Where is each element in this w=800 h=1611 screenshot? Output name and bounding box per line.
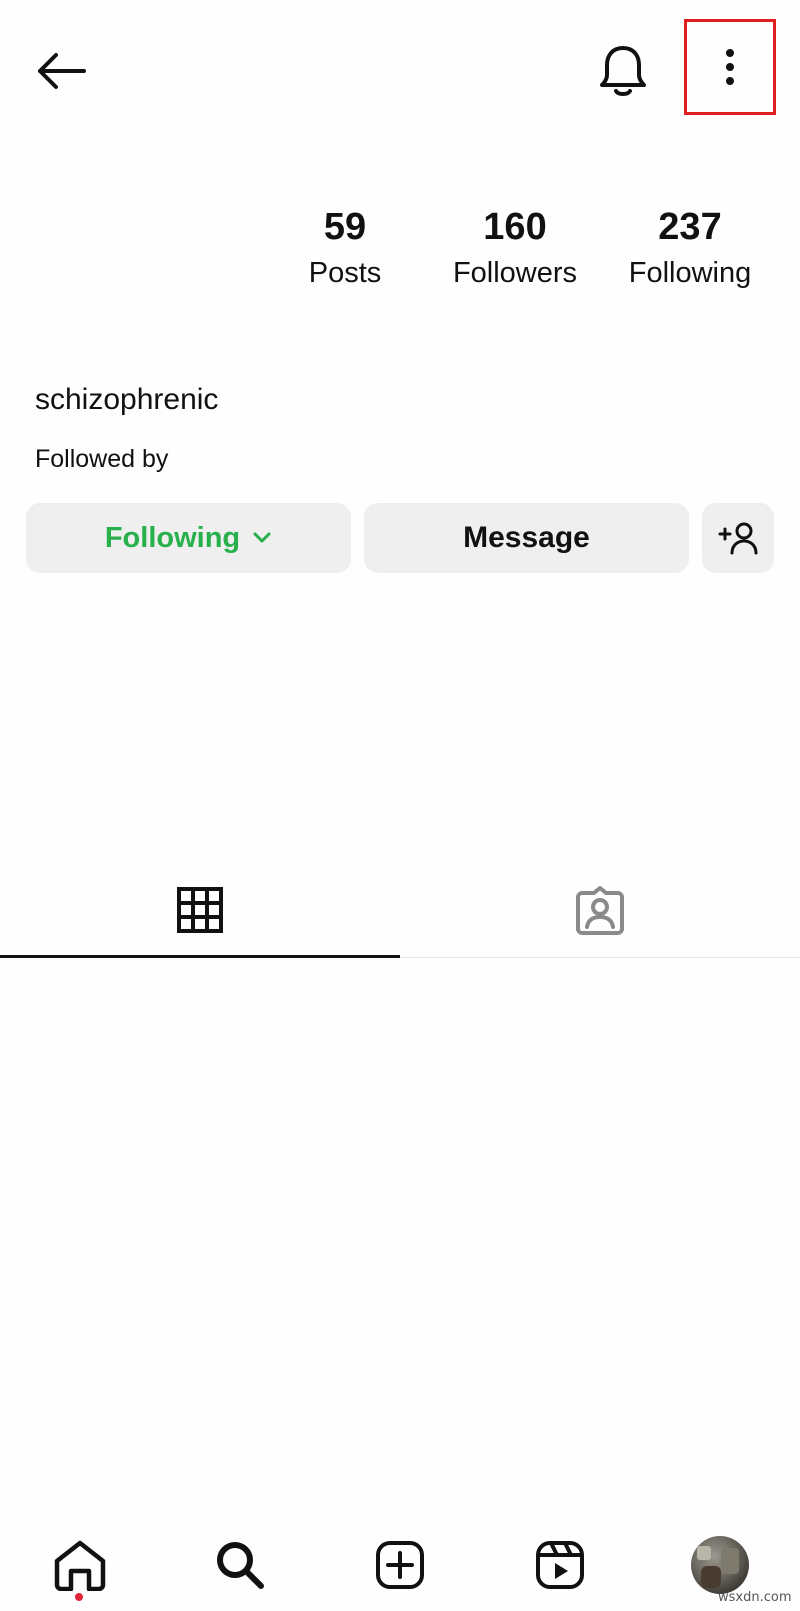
tab-posts-grid[interactable] — [0, 865, 400, 955]
posts-stat[interactable]: 59 Posts — [270, 205, 420, 291]
more-vertical-icon — [726, 49, 734, 85]
tagged-person-icon — [576, 886, 624, 935]
profile-avatar — [691, 1536, 749, 1594]
chevron-down-icon — [252, 531, 272, 545]
create-icon — [376, 1541, 424, 1589]
watermark-text: wsxdn.com — [718, 1590, 792, 1605]
following-count: 237 — [658, 206, 722, 248]
posts-label: Posts — [308, 257, 382, 289]
add-user-icon — [718, 522, 758, 555]
home-notification-dot — [75, 1593, 83, 1601]
arrow-left-icon — [38, 53, 86, 89]
followers-count: 160 — [483, 206, 547, 248]
notifications-button[interactable] — [588, 36, 658, 106]
selected-tab-indicator — [0, 955, 400, 958]
tab-tagged[interactable] — [400, 865, 800, 955]
nav-create[interactable] — [360, 1530, 440, 1600]
nav-reels[interactable] — [520, 1530, 600, 1600]
message-button[interactable]: Message — [364, 503, 689, 573]
bell-icon — [600, 46, 646, 96]
search-icon — [217, 1542, 264, 1589]
following-stat[interactable]: 237 Following — [610, 205, 770, 291]
nav-home[interactable] — [40, 1530, 120, 1600]
nav-search[interactable] — [200, 1530, 280, 1600]
followers-stat[interactable]: 160 Followers — [440, 205, 590, 291]
following-button-label: Following — [104, 521, 241, 554]
followers-label: Followers — [452, 257, 578, 289]
back-button[interactable] — [30, 40, 92, 102]
profile-username: schizophrenic — [35, 383, 219, 416]
tab-divider — [400, 957, 800, 958]
more-options-button[interactable] — [684, 19, 776, 115]
message-button-label: Message — [463, 521, 590, 554]
following-label: Following — [628, 257, 752, 289]
following-button[interactable]: Following — [26, 503, 351, 573]
followed-by-text[interactable]: Followed by — [35, 444, 168, 474]
grid-icon — [177, 887, 223, 933]
posts-count: 59 — [323, 206, 367, 248]
reels-icon — [536, 1541, 584, 1589]
home-icon — [54, 1540, 106, 1591]
add-user-button[interactable] — [702, 503, 774, 573]
